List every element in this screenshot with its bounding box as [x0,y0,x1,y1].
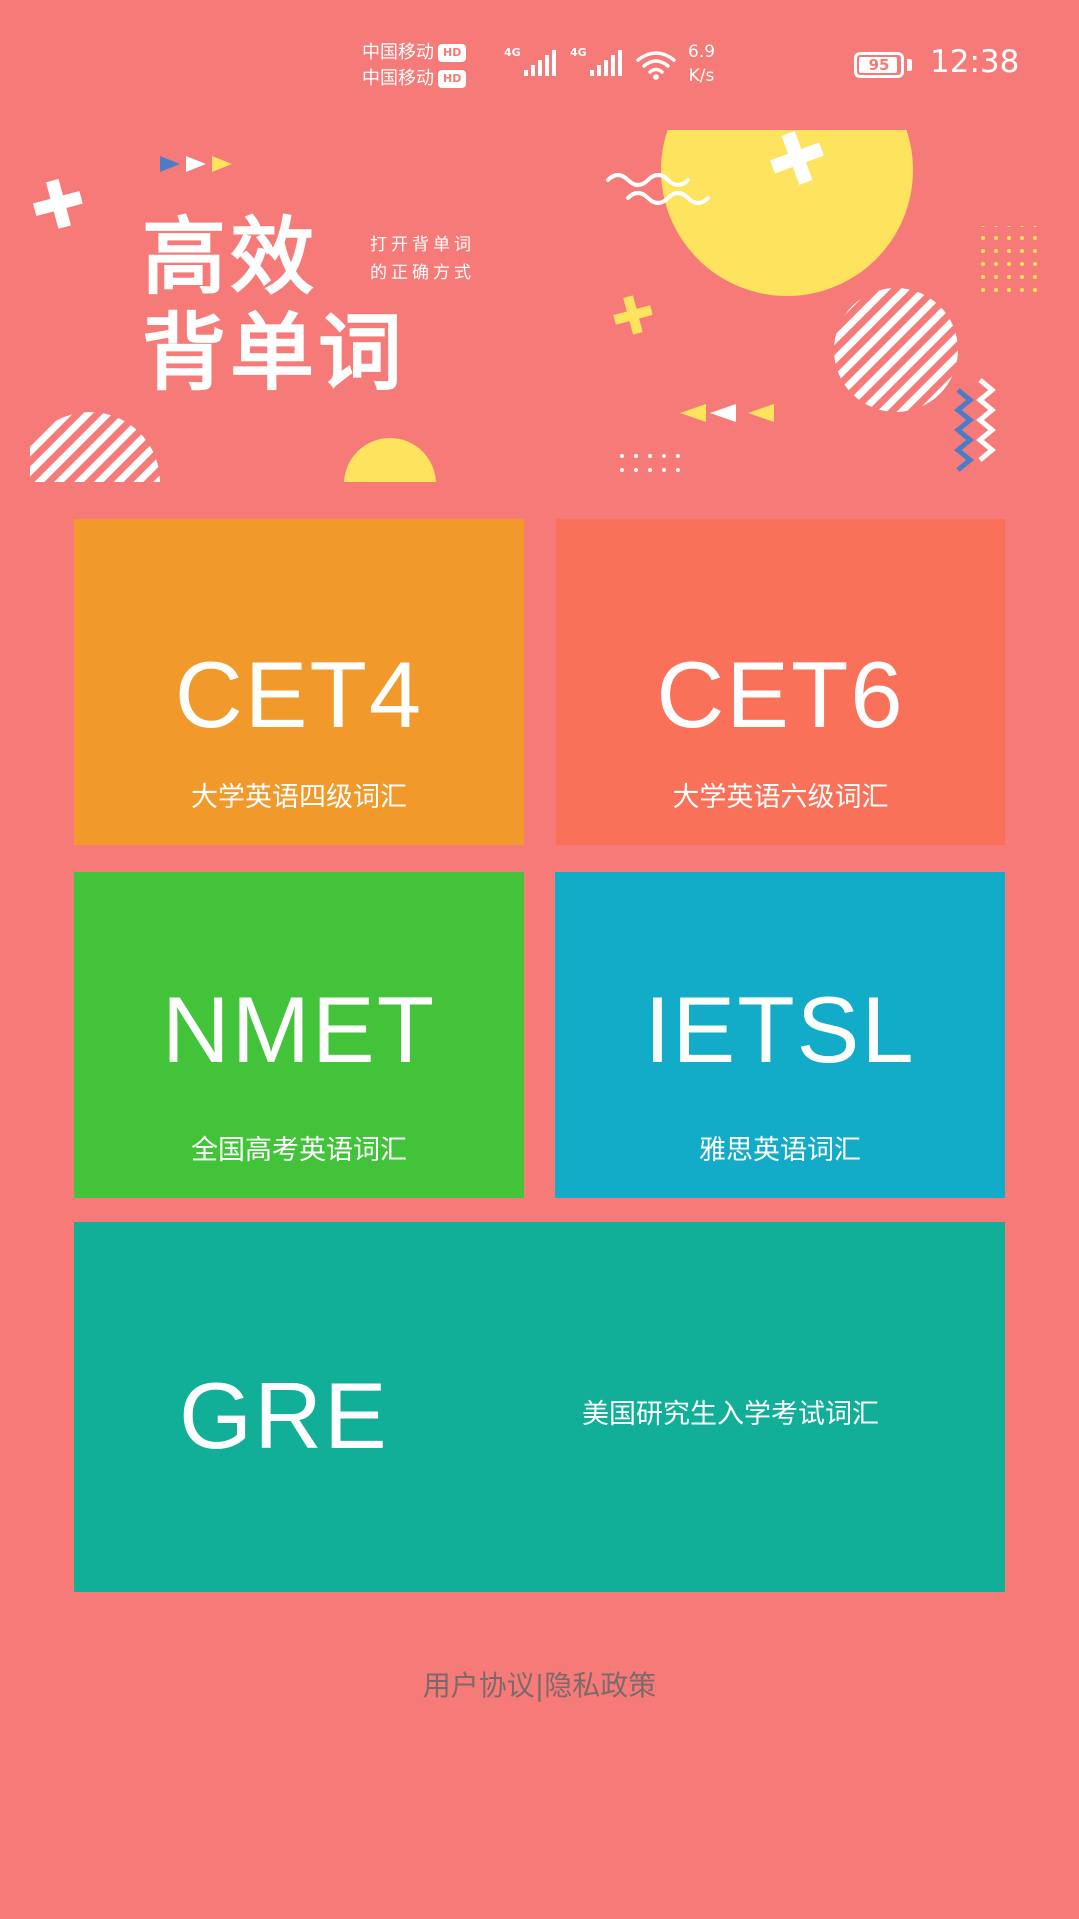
striped-half-circle-shape [30,412,160,482]
status-bar: 中国移动 HD 中国移动 HD 4G 4G 6.9 K/s 95 12:38 [0,0,1079,130]
wifi-icon [636,51,676,80]
banner-title-line2: 背单词 [142,304,407,402]
network-speed: 6.9 K/s [688,40,715,88]
banner-subtitle-line2: 的正确方式 [370,263,475,283]
ietsl-tile-button[interactable]: IETSL 雅思英语词汇 [555,872,1005,1198]
triangles-right-shape [680,404,774,422]
tile-code: IETSL [644,977,916,1082]
tile-code: CET4 [174,642,424,747]
gre-tile-button[interactable]: GRE 美国研究生入学考试词汇 [74,1222,1005,1592]
clock: 12:38 [930,44,1020,80]
tile-code: NMET [161,977,437,1082]
tile-description: 全国高考英语词汇 [191,1135,407,1166]
battery-level: 95 [868,56,890,74]
triangles-top-shape [160,156,232,172]
app-banner: 高效 背单词 打开背单词 的正确方式 [30,130,1050,482]
signal-strength-icon-2 [590,50,622,76]
battery-icon: 95 [854,52,904,78]
tile-code: GRE [179,1363,389,1468]
tile-description: 大学英语六级词汇 [672,782,889,813]
speed-value: 6.9 [688,42,716,62]
nmet-tile-button[interactable]: NMET 全国高考英语词汇 [74,872,524,1198]
striped-circle-shape [834,288,958,412]
network-type-2: 4G [570,46,587,59]
hd-badge-2: HD [438,70,467,88]
speed-unit: K/s [688,66,715,86]
carrier-info: 中国移动 HD 中国移动 HD [362,40,467,92]
cet4-tile-button[interactable]: CET4 大学英语四级词汇 [74,519,524,845]
tile-description: 美国研究生入学考试词汇 [582,1399,879,1430]
zigzag-shape [954,378,996,472]
plus-shape-white-2 [33,179,83,229]
battery-tip [907,59,912,71]
carrier-name-2: 中国移动 [362,68,434,89]
user-agreement-link[interactable]: 用户协议 [423,1669,535,1702]
plus-shape-yellow [613,295,653,335]
signal-strength-icon-1 [524,50,556,76]
dot-grid-white [612,446,686,478]
tile-description: 雅思英语词汇 [699,1135,861,1166]
hd-badge-1: HD [438,44,467,62]
tile-code: CET6 [656,642,905,747]
privacy-policy-link[interactable]: 隐私政策 [544,1669,656,1702]
tile-description: 大学英语四级词汇 [191,782,407,813]
network-type-1: 4G [504,46,521,59]
banner-title-line1: 高效 [142,208,319,306]
yellow-half-circle-shape [344,438,436,482]
footer-separator: | [534,1669,545,1702]
footer-links: 用户协议|隐私政策 [0,1664,1079,1704]
carrier-name-1: 中国移动 [362,42,434,63]
dot-grid-yellow [974,226,1042,292]
cet6-tile-button[interactable]: CET6 大学英语六级词汇 [556,519,1005,845]
banner-subtitle-line1: 打开背单词 [370,235,475,255]
